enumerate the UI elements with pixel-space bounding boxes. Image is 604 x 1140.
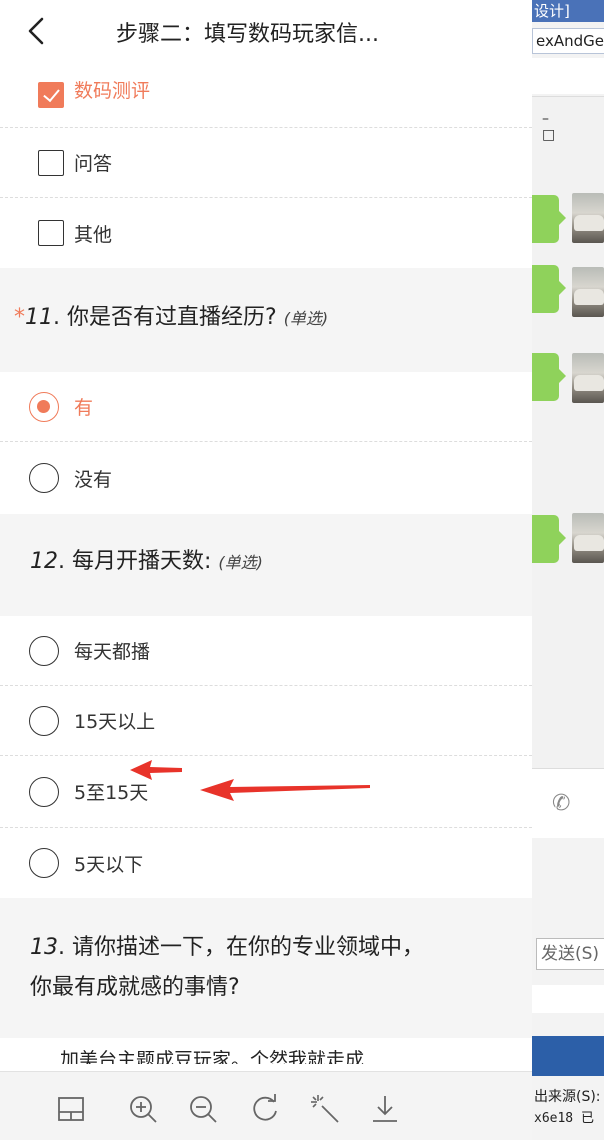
question-number: 11 bbox=[25, 305, 53, 330]
background-status-text: 出来源(S): x6e18 已 bbox=[532, 1086, 604, 1130]
checkbox[interactable] bbox=[38, 149, 64, 176]
background-address-strip bbox=[532, 58, 604, 94]
question-13-text: 13. 请你描述一下，在你的专业领域中， 你最有成就感的事情? bbox=[30, 928, 424, 1008]
page-title: 步骤二：填写数码玩家信... bbox=[116, 22, 379, 47]
checkbox-option[interactable]: 数码测评 bbox=[0, 62, 532, 128]
car-image-thumbnail[interactable] bbox=[572, 193, 604, 243]
question-title-line-2: 你最有成就感的事情? bbox=[30, 975, 240, 1000]
radio[interactable] bbox=[29, 776, 59, 807]
radio-label: 每天都播 bbox=[74, 641, 151, 663]
checkbox-label: 其他 bbox=[74, 223, 113, 246]
question-title: 你是否有过直播经历? bbox=[67, 305, 277, 330]
question-12-text: 12. 每月开播天数: (单选) bbox=[30, 542, 263, 583]
chat-bubble[interactable] bbox=[532, 515, 566, 563]
checkbox-option[interactable]: 其他 bbox=[0, 198, 532, 268]
rotate-icon[interactable] bbox=[248, 1092, 282, 1126]
background-window-tab[interactable]: exAndGe bbox=[532, 28, 604, 54]
download-icon[interactable] bbox=[368, 1092, 402, 1126]
question-11-header: *11. 你是否有过直播经历? (单选) bbox=[0, 268, 532, 372]
radio-label: 有 bbox=[74, 397, 94, 419]
checkbox-checked[interactable] bbox=[38, 81, 64, 108]
chat-bubble[interactable] bbox=[532, 353, 566, 401]
radio[interactable] bbox=[29, 705, 59, 736]
question-separator: . bbox=[58, 549, 65, 574]
answer-text-preview[interactable]: 加美台主题成豆玩家。个然我就走成 bbox=[60, 1040, 364, 1064]
red-arrow-annotation bbox=[130, 760, 182, 780]
radio-option[interactable]: 有 bbox=[0, 372, 532, 442]
status-line-1: 出来源(S): bbox=[534, 1089, 601, 1105]
back-icon[interactable] bbox=[22, 14, 52, 48]
image-viewer-toolbar bbox=[0, 1071, 532, 1140]
radio[interactable] bbox=[29, 848, 59, 878]
car-image-thumbnail[interactable] bbox=[572, 513, 604, 563]
background-blue-bar bbox=[532, 1036, 604, 1076]
checkbox-option[interactable]: 问答 bbox=[0, 128, 532, 198]
send-button[interactable]: 发送(S) bbox=[536, 938, 604, 970]
radio-option[interactable]: 没有 bbox=[0, 442, 532, 514]
chat-messages-area: – □ bbox=[532, 96, 604, 768]
car-image-thumbnail[interactable] bbox=[572, 267, 604, 317]
background-chat-window: 设计] exAndGe – □ ✆ 发送(S) 出来源(S): x6e18 已 bbox=[532, 0, 604, 1140]
radio-selected[interactable] bbox=[29, 391, 59, 422]
red-arrow-annotation bbox=[200, 779, 370, 801]
question-separator: . bbox=[53, 305, 60, 330]
question-number: 13 bbox=[30, 935, 58, 960]
survey-panel: 步骤二：填写数码玩家信... 数码测评 问答 其他 *11. 你是否有过直播经历… bbox=[0, 0, 532, 1140]
radio-label: 5至15天 bbox=[74, 782, 149, 804]
background-window-title: 设计] bbox=[532, 0, 604, 22]
radio-option[interactable]: 15天以上 bbox=[0, 686, 532, 756]
chat-bubble[interactable] bbox=[532, 195, 566, 243]
phone-icon[interactable]: ✆ bbox=[552, 791, 570, 816]
question-number: 12 bbox=[30, 549, 58, 574]
chat-toolbar: ✆ bbox=[532, 768, 604, 838]
question-title: 每月开播天数: bbox=[72, 549, 212, 574]
horizontal-scrollbar[interactable] bbox=[532, 985, 604, 1013]
radio-option[interactable]: 每天都播 bbox=[0, 616, 532, 686]
checkbox[interactable] bbox=[38, 220, 64, 246]
radio-label: 15天以上 bbox=[74, 711, 156, 733]
window-controls[interactable]: – □ bbox=[542, 111, 604, 143]
question-13-header: 13. 请你描述一下，在你的专业领域中， 你最有成就感的事情? bbox=[0, 898, 532, 1038]
question-12-header: 12. 每月开播天数: (单选) bbox=[0, 514, 532, 616]
checkbox-label: 数码测评 bbox=[74, 80, 151, 102]
radio[interactable] bbox=[29, 463, 59, 493]
magic-wand-icon[interactable] bbox=[308, 1092, 342, 1126]
radio-label: 5天以下 bbox=[74, 853, 144, 876]
question-11-text: *11. 你是否有过直播经历? (单选) bbox=[14, 298, 328, 339]
top-bar: 步骤二：填写数码玩家信... bbox=[0, 0, 532, 62]
radio-option[interactable]: 5天以下 bbox=[0, 828, 532, 898]
radio-label: 没有 bbox=[74, 468, 113, 491]
car-image-thumbnail[interactable] bbox=[572, 353, 604, 403]
status-line-2: x6e18 已 bbox=[534, 1111, 594, 1126]
checkbox-label: 问答 bbox=[74, 153, 113, 175]
zoom-out-icon[interactable] bbox=[186, 1092, 220, 1126]
radio[interactable] bbox=[29, 635, 59, 666]
question-separator: . bbox=[58, 935, 65, 960]
question-title-line-1: 请你描述一下，在你的专业领域中， bbox=[72, 935, 425, 960]
chat-bubble[interactable] bbox=[532, 265, 566, 313]
question-type-tag: (单选) bbox=[283, 309, 329, 328]
layout-icon[interactable] bbox=[54, 1092, 88, 1126]
required-mark: * bbox=[14, 305, 25, 330]
zoom-in-icon[interactable] bbox=[126, 1092, 160, 1126]
question-type-tag: (单选) bbox=[218, 553, 263, 572]
